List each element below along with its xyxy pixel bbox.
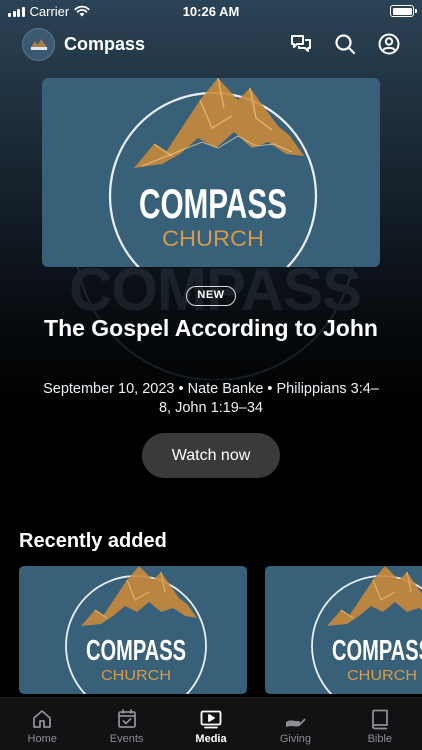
tab-bible[interactable]: Bible	[338, 698, 422, 750]
recently-added-card[interactable]: COMPASS CHURCH	[265, 566, 422, 694]
tab-giving[interactable]: Giving	[253, 698, 337, 750]
tab-label: Giving	[279, 733, 312, 745]
profile-icon[interactable]	[378, 33, 400, 55]
card-compass-text: COMPASS	[86, 635, 186, 667]
app-title: Compass	[64, 33, 146, 54]
tab-home[interactable]: Home	[0, 698, 84, 750]
home-icon	[33, 710, 52, 728]
tab-media[interactable]: Media	[169, 698, 253, 750]
app-header: Compass	[0, 24, 422, 64]
church-logo-avatar[interactable]	[22, 27, 55, 61]
play-icon	[200, 710, 222, 729]
tab-events[interactable]: Events	[84, 698, 168, 750]
tab-label: Events	[109, 733, 144, 745]
giving-hand-icon	[286, 718, 306, 727]
chat-icon[interactable]	[290, 33, 312, 55]
card-compass-text: COMPASS	[332, 635, 422, 667]
calendar-icon	[117, 709, 136, 728]
tab-label: Media	[195, 733, 227, 745]
sermon-title: The Gospel According to John	[44, 315, 378, 341]
compass-logo-icon	[29, 39, 48, 50]
tab-label: Bible	[367, 733, 393, 745]
recently-added-card[interactable]: COMPASS CHURCH	[19, 566, 247, 694]
sermon-meta: September 10, 2023 • Nate Banke • Philip…	[43, 381, 379, 416]
watch-now-button[interactable]: Watch now	[142, 433, 280, 478]
mountain-graphic	[134, 78, 304, 168]
tab-bar: Home Events Media Giving Bible	[0, 697, 422, 750]
recently-added-title: Recently added	[19, 530, 167, 552]
hero-art-compass-text: COMPASS	[139, 180, 287, 227]
status-time: 10:26 AM	[182, 3, 240, 19]
battery-icon	[390, 5, 417, 17]
tab-label: Home	[27, 733, 57, 745]
search-icon[interactable]	[334, 33, 356, 55]
new-badge: NEW	[186, 286, 236, 306]
hero-art-church-text: CHURCH	[162, 226, 264, 251]
featured-sermon-artwork[interactable]: COMPASS CHURCH	[42, 78, 380, 267]
card-church-text: CHURCH	[347, 667, 417, 684]
status-bar: Carrier 10:26 AM	[0, 0, 422, 22]
card-church-text: CHURCH	[101, 667, 171, 684]
header-actions	[290, 33, 400, 55]
book-icon	[371, 709, 388, 730]
